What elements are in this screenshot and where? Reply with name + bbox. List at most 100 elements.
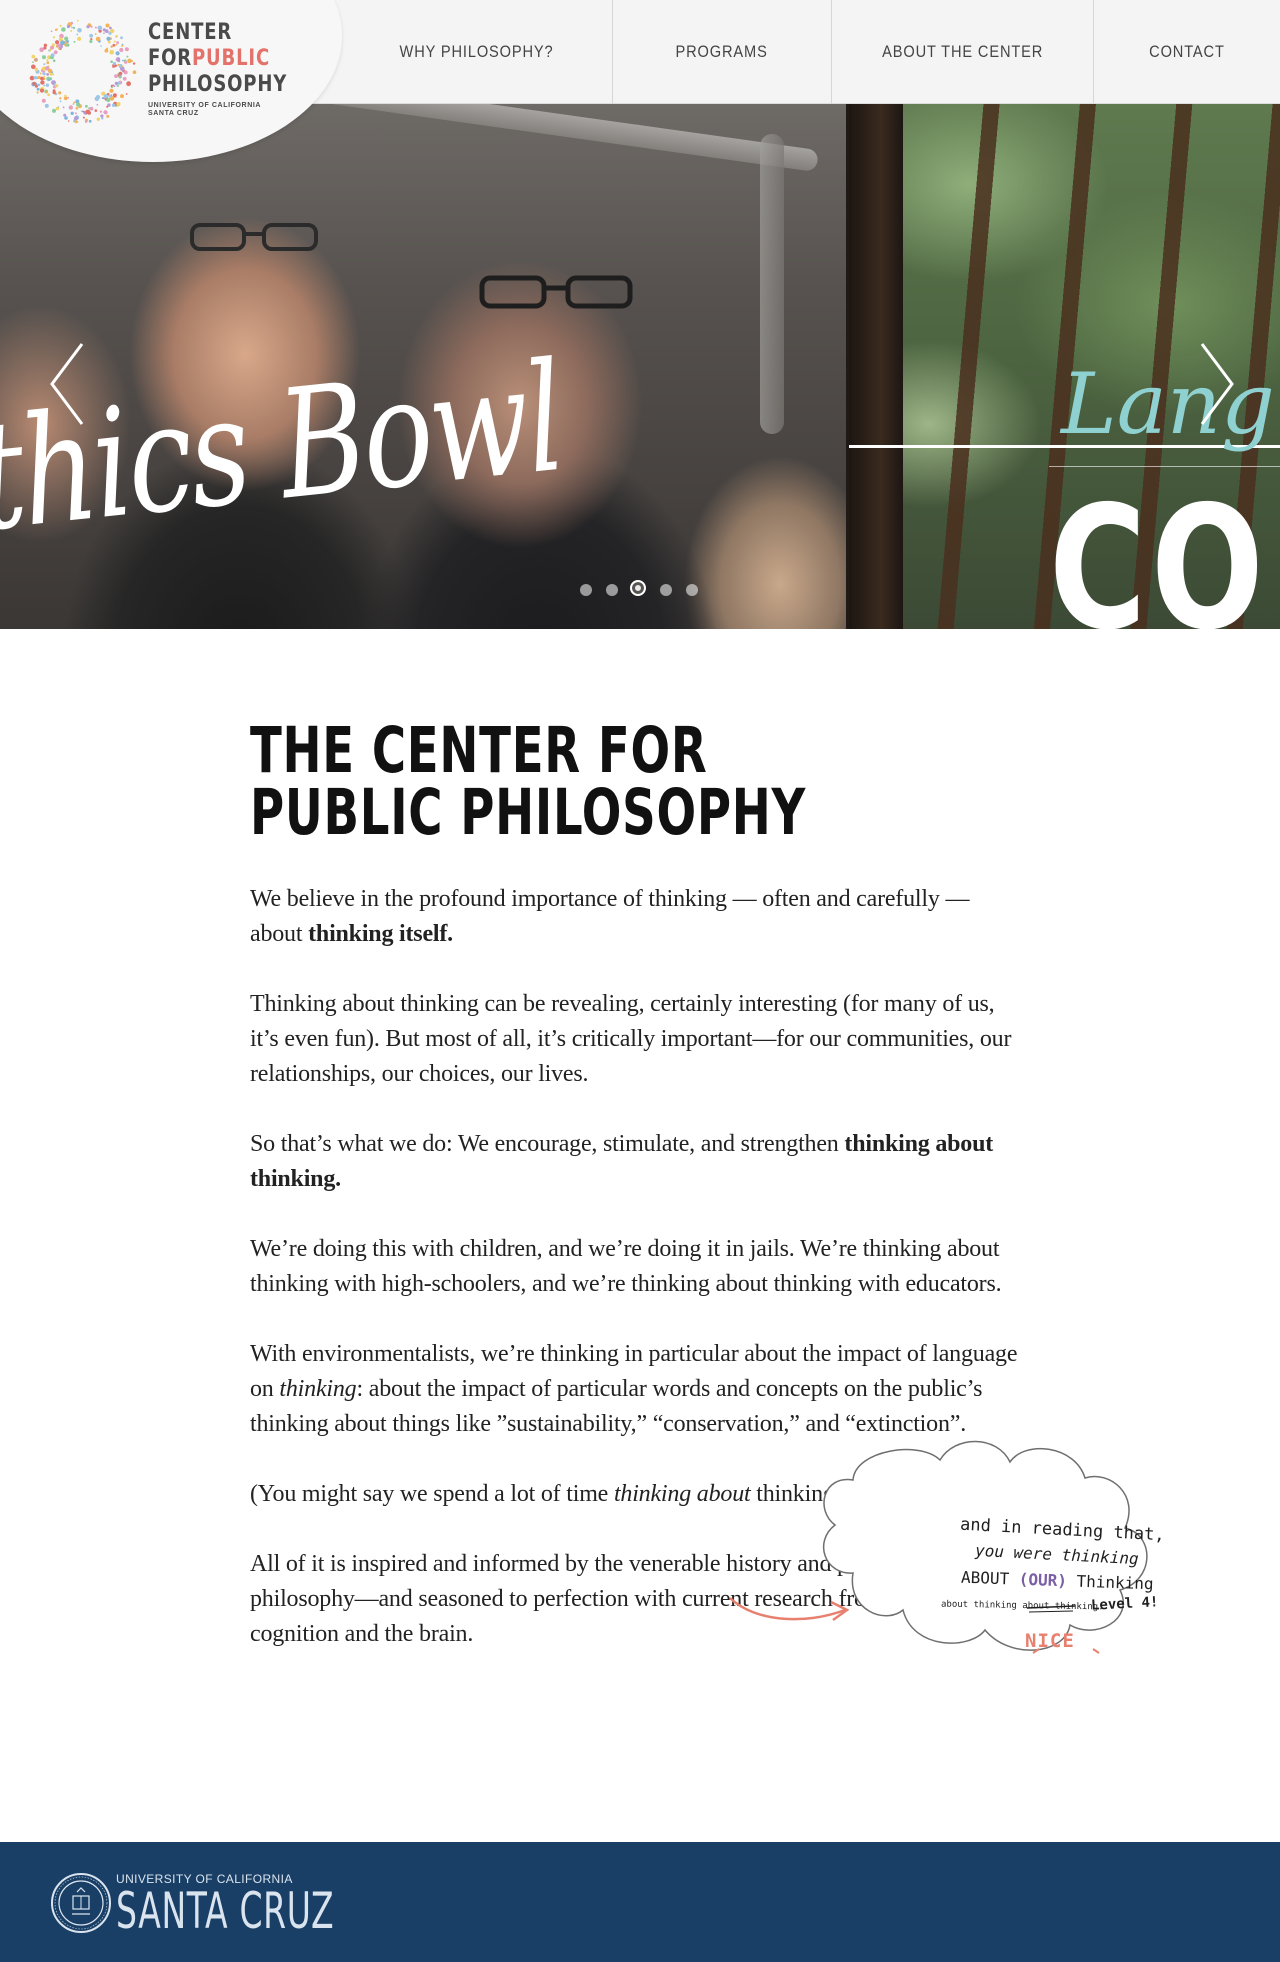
logo-dot [45, 83, 50, 87]
intro-paragraph: Thinking about thinking can be revealing… [250, 991, 1012, 1087]
glasses-shape [479, 275, 633, 309]
logo-dot [52, 90, 56, 95]
nav-contact[interactable]: CONTACT [1094, 0, 1280, 104]
nav-label: WHY PHILOSOPHY? [399, 42, 554, 61]
logo-dot [66, 43, 70, 47]
logo-dot [72, 26, 76, 30]
logo-dot [76, 102, 81, 107]
paragraph-italic: thinking [279, 1376, 357, 1402]
logo-dot [120, 36, 123, 40]
logo-dot [109, 88, 114, 93]
footer-campus-name[interactable]: SANTA CRUZ [116, 1884, 334, 1938]
logo-dot [34, 67, 38, 72]
logo-dot [36, 91, 39, 94]
logo-dot [110, 45, 113, 48]
uc-seal-icon[interactable] [50, 1872, 112, 1934]
logo-dot [53, 50, 58, 55]
paragraph-italic: thinking about [613, 1481, 751, 1507]
logo-dot [58, 91, 62, 95]
slider-pagination [578, 580, 702, 600]
logo-dot [73, 40, 76, 43]
logo-dot [43, 43, 48, 47]
nav-programs[interactable]: PROGRAMS [613, 0, 831, 104]
logo-dot [119, 47, 124, 53]
logo-dot [88, 107, 91, 110]
logo-dot [116, 102, 121, 107]
logo-dot [31, 54, 36, 59]
logo-dot [36, 87, 40, 91]
logo-dot [77, 28, 82, 33]
logo-dot [114, 74, 118, 78]
logo-dot [112, 43, 116, 47]
logo-dot [125, 93, 128, 95]
logo-dot [119, 74, 122, 77]
logo-dot [113, 40, 116, 43]
logo-dot [43, 75, 45, 78]
logo-dot [66, 24, 70, 29]
nav-label: ABOUT THE CENTER [881, 42, 1044, 61]
logo-dot [39, 47, 44, 52]
logo-dot [64, 36, 69, 41]
slider-dot[interactable] [686, 584, 698, 596]
logo-dot [71, 26, 73, 29]
annotation-word: ABOUT [960, 1567, 1010, 1589]
logo-dot [85, 109, 91, 115]
slider-dot[interactable] [606, 584, 618, 596]
logo-dot [106, 47, 109, 50]
slider-dot-active[interactable] [630, 580, 646, 596]
logo-dot [109, 26, 112, 30]
logo-dot [70, 29, 73, 32]
site-logo[interactable]: CENTER FORPUBLIC PHILOSOPHY UNIVERSITY O… [22, 12, 286, 124]
logo-dot [39, 72, 42, 75]
logo-dot [47, 78, 51, 82]
logo-dot [50, 30, 53, 33]
logo-dot [130, 59, 133, 63]
chevron-left-icon[interactable] [40, 334, 100, 434]
nav-why-philosophy[interactable]: WHY PHILOSOPHY? [342, 0, 612, 104]
hero-slider: thics Bowl Langua CON [0, 104, 1280, 629]
logo-university-line1: UNIVERSITY OF CALIFORNIA [148, 102, 262, 109]
logo-dot [75, 107, 79, 110]
logo-dot [62, 106, 65, 109]
thought-bubble-cloud-icon [729, 1440, 1148, 1654]
logo-dot [123, 70, 128, 75]
nav-about-the-center[interactable]: ABOUT THE CENTER [832, 0, 1093, 104]
logo-dot [76, 33, 78, 36]
logo-dot [95, 95, 101, 100]
logo-dot [89, 33, 93, 38]
logo-dot [85, 104, 88, 108]
chevron-right-icon[interactable] [1184, 334, 1244, 434]
logo-dot [105, 23, 110, 28]
logo-dot [103, 32, 105, 34]
logo-dot [33, 76, 38, 80]
paragraph-text: (You might say we spend a lot of time [250, 1481, 614, 1507]
thought-bubble-annotation: and in reading that, you were thinking A… [729, 1280, 1255, 1700]
site-footer: UNIVERSITY OF CALIFORNIA SANTA CRUZ [0, 1842, 1280, 1962]
slider-dot[interactable] [660, 584, 672, 596]
logo-dot [132, 70, 137, 74]
slide-ethics-bowl-photo[interactable]: thics Bowl [0, 104, 846, 629]
logo-dot [106, 97, 111, 103]
slider-dot[interactable] [580, 584, 592, 596]
logo-dot [54, 84, 59, 88]
logo-dot [40, 76, 44, 81]
logo-for: FOR [148, 46, 193, 71]
logo-dot [34, 84, 38, 88]
logo-dot [110, 84, 113, 87]
logo-dot [99, 110, 103, 113]
logo-dot [117, 63, 120, 66]
logo-dot [97, 25, 103, 31]
logo-dot [84, 120, 88, 124]
logo-dot [46, 73, 49, 76]
logo-dot [52, 36, 56, 39]
logo-dot [115, 64, 118, 67]
logo-dot [103, 110, 108, 115]
logo-dot [48, 49, 50, 52]
logo-dot [109, 49, 114, 55]
logo-dot [52, 59, 56, 62]
slide-language-script: Langua [1061, 355, 1280, 453]
slide-divider-line [1049, 466, 1280, 467]
logo-dot [121, 44, 124, 47]
logo-dot [50, 53, 55, 57]
logo-dot [107, 40, 111, 44]
